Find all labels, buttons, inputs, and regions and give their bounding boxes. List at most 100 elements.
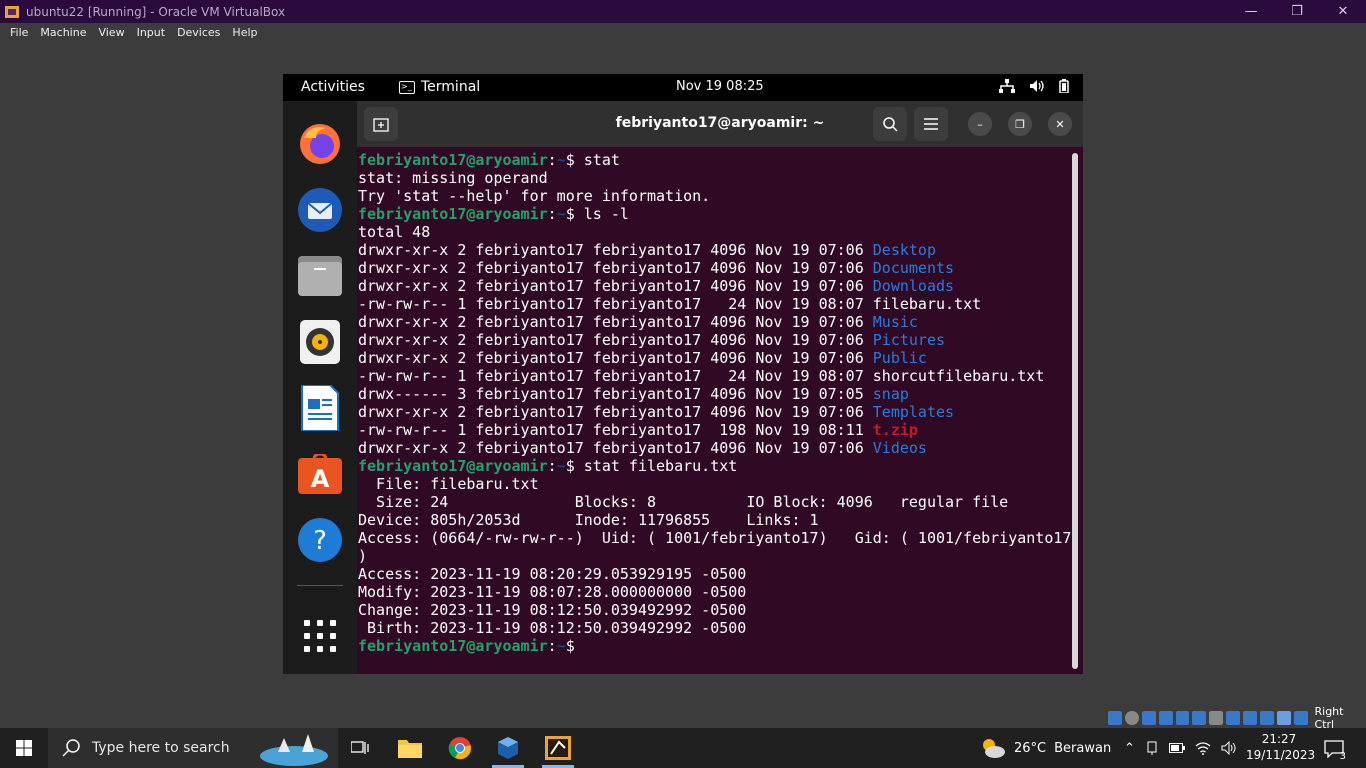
output-text: Modify: 2023-11-19 08:07:28.000000000 -0… bbox=[358, 583, 747, 601]
menu-input[interactable]: Input bbox=[131, 26, 171, 39]
terminal-output[interactable]: febriyanto17@aryoamir:~$ stat stat: missi… bbox=[357, 151, 1072, 671]
menu-machine[interactable]: Machine bbox=[34, 26, 92, 39]
menu-file[interactable]: File bbox=[4, 26, 34, 39]
svg-text:A: A bbox=[311, 465, 330, 493]
close-button[interactable]: ✕ bbox=[1320, 0, 1366, 23]
optical-drive-icon[interactable] bbox=[1124, 711, 1139, 725]
notification-button[interactable]: 3 bbox=[1322, 738, 1346, 762]
new-tab-icon bbox=[373, 118, 389, 132]
host-window-title: ubuntu22 [Running] - Oracle VM VirtualBo… bbox=[26, 4, 286, 19]
app-menu-terminal[interactable]: >_ Terminal bbox=[399, 79, 480, 95]
app-center-icon[interactable]: A bbox=[297, 451, 343, 497]
command-text: stat filebaru.txt bbox=[583, 457, 738, 475]
menu-devices[interactable]: Devices bbox=[171, 26, 226, 39]
taskbar-search[interactable]: Type here to search bbox=[48, 728, 338, 768]
terminal-line: drwxr-xr-x 2 febriyanto17 febriyanto17 4… bbox=[358, 259, 1069, 277]
device-icon[interactable] bbox=[1145, 741, 1159, 755]
partly-cloudy-icon bbox=[983, 739, 1005, 758]
ls-metadata: drwxr-xr-x 2 febriyanto17 febriyanto17 4… bbox=[358, 259, 873, 277]
virtualbox-vm-button[interactable] bbox=[534, 728, 582, 768]
new-tab-button[interactable] bbox=[364, 107, 398, 141]
terminal-line: Modify: 2023-11-19 08:07:28.000000000 -0… bbox=[358, 583, 1069, 601]
gnome-clock[interactable]: Nov 19 08:25 bbox=[676, 79, 764, 94]
thunderbird-icon[interactable] bbox=[297, 187, 343, 233]
prompt-separator: : bbox=[547, 205, 557, 223]
ls-metadata: drwxr-xr-x 2 febriyanto17 febriyanto17 4… bbox=[358, 439, 873, 457]
virtualbox-manager-button[interactable] bbox=[484, 728, 532, 768]
terminal-line: Birth: 2023-11-19 08:12:50.039492992 -05… bbox=[358, 619, 1069, 637]
firefox-icon[interactable] bbox=[297, 121, 343, 167]
keyboard-capture-icon[interactable] bbox=[1293, 711, 1308, 725]
terminal-line: -rw-rw-r-- 1 febriyanto17 febriyanto17 2… bbox=[358, 295, 1069, 313]
chevron-up-icon[interactable]: ⌃ bbox=[1124, 741, 1135, 756]
terminal-line: drwxr-xr-x 2 febriyanto17 febriyanto17 4… bbox=[358, 403, 1069, 421]
terminal-line: febriyanto17@aryoamir:~$ ls -l bbox=[358, 205, 1069, 223]
task-view-icon bbox=[351, 741, 369, 754]
prompt-symbol: $ bbox=[565, 457, 584, 475]
ls-metadata: -rw-rw-r-- 1 febriyanto17 febriyanto17 1… bbox=[358, 421, 873, 439]
taskbar-clock[interactable]: 21:27 19/11/2023 bbox=[1246, 731, 1315, 763]
usb-icon[interactable] bbox=[1175, 711, 1190, 725]
prompt-separator: : bbox=[547, 457, 557, 475]
menu-help[interactable]: Help bbox=[226, 26, 263, 39]
terminal-line: drwxr-xr-x 2 febriyanto17 febriyanto17 4… bbox=[358, 313, 1069, 331]
terminal-line: febriyanto17@aryoamir:~$ bbox=[358, 637, 1069, 655]
folder-icon bbox=[398, 740, 422, 758]
file-explorer-button[interactable] bbox=[386, 728, 434, 768]
libreoffice-writer-icon[interactable] bbox=[297, 385, 343, 431]
terminal-close-button[interactable]: ✕ bbox=[1048, 112, 1072, 136]
help-icon[interactable]: ? bbox=[297, 517, 343, 563]
files-icon[interactable] bbox=[297, 253, 343, 299]
terminal-line: febriyanto17@aryoamir:~$ stat filebaru.t… bbox=[358, 457, 1069, 475]
terminal-minimize-button[interactable]: – bbox=[968, 112, 992, 136]
hard-disk-icon[interactable] bbox=[1108, 711, 1122, 725]
svg-text:?: ? bbox=[313, 526, 327, 556]
output-text: Access: (0664/-rw-rw-r--) Uid: ( 1001/fe… bbox=[358, 529, 1072, 547]
search-icon bbox=[883, 117, 898, 132]
terminal-line: -rw-rw-r-- 1 febriyanto17 febriyanto17 2… bbox=[358, 367, 1069, 385]
minimize-button[interactable]: — bbox=[1228, 0, 1274, 23]
display-icon[interactable] bbox=[1209, 711, 1224, 725]
prompt-path: ~ bbox=[556, 151, 566, 169]
recording-icon[interactable] bbox=[1226, 711, 1240, 725]
shared-folders-icon[interactable] bbox=[1192, 711, 1207, 725]
network-adapter-icon[interactable] bbox=[1158, 711, 1173, 725]
ls-filename: Downloads bbox=[872, 277, 955, 295]
show-apps-icon[interactable] bbox=[304, 620, 336, 652]
prompt-user: febriyanto17@aryoamir bbox=[358, 637, 548, 655]
prompt-separator: : bbox=[547, 637, 557, 655]
speaker-icon[interactable] bbox=[1221, 741, 1237, 755]
terminal-icon: >_ bbox=[399, 80, 415, 94]
prompt-path: ~ bbox=[556, 637, 566, 655]
weather-temp: 26°C bbox=[1014, 740, 1047, 756]
battery-icon[interactable] bbox=[1168, 743, 1185, 753]
prompt-user: febriyanto17@aryoamir bbox=[358, 151, 548, 169]
wifi-icon[interactable] bbox=[1195, 741, 1211, 755]
chrome-button[interactable] bbox=[436, 728, 484, 768]
restore-button[interactable]: ❐ bbox=[1274, 0, 1320, 23]
windows-logo-icon bbox=[16, 740, 32, 756]
system-menu[interactable] bbox=[999, 79, 1069, 93]
ls-metadata: drwxr-xr-x 2 febriyanto17 febriyanto17 4… bbox=[358, 403, 873, 421]
output-text: File: filebaru.txt bbox=[358, 475, 539, 493]
mouse-integration-icon[interactable] bbox=[1276, 711, 1291, 725]
terminal-line: Access: (0664/-rw-rw-r--) Uid: ( 1001/fe… bbox=[358, 529, 1072, 547]
menu-button[interactable] bbox=[914, 107, 948, 141]
gnome-top-bar: Activities >_ Terminal Nov 19 08:25 bbox=[283, 74, 1083, 101]
search-button[interactable] bbox=[873, 107, 907, 141]
cpu-icon[interactable] bbox=[1243, 711, 1257, 725]
activities-button[interactable]: Activities bbox=[301, 79, 365, 95]
terminal-maximize-button[interactable]: ❐ bbox=[1008, 112, 1032, 136]
terminal-scrollbar[interactable] bbox=[1072, 153, 1078, 669]
audio-icon[interactable] bbox=[1141, 711, 1156, 725]
task-view-button[interactable] bbox=[336, 728, 384, 768]
terminal-line: -rw-rw-r-- 1 febriyanto17 febriyanto17 1… bbox=[358, 421, 1069, 439]
terminal-line: Change: 2023-11-19 08:12:50.039492992 -0… bbox=[358, 601, 1069, 619]
start-button[interactable] bbox=[0, 728, 48, 768]
weather-widget[interactable]: 26°C Berawan bbox=[980, 728, 1111, 768]
menu-view[interactable]: View bbox=[92, 26, 130, 39]
vt-x-icon[interactable] bbox=[1259, 711, 1274, 725]
search-placeholder: Type here to search bbox=[92, 740, 230, 756]
rhythmbox-icon[interactable] bbox=[297, 319, 343, 365]
hamburger-icon bbox=[924, 118, 938, 130]
